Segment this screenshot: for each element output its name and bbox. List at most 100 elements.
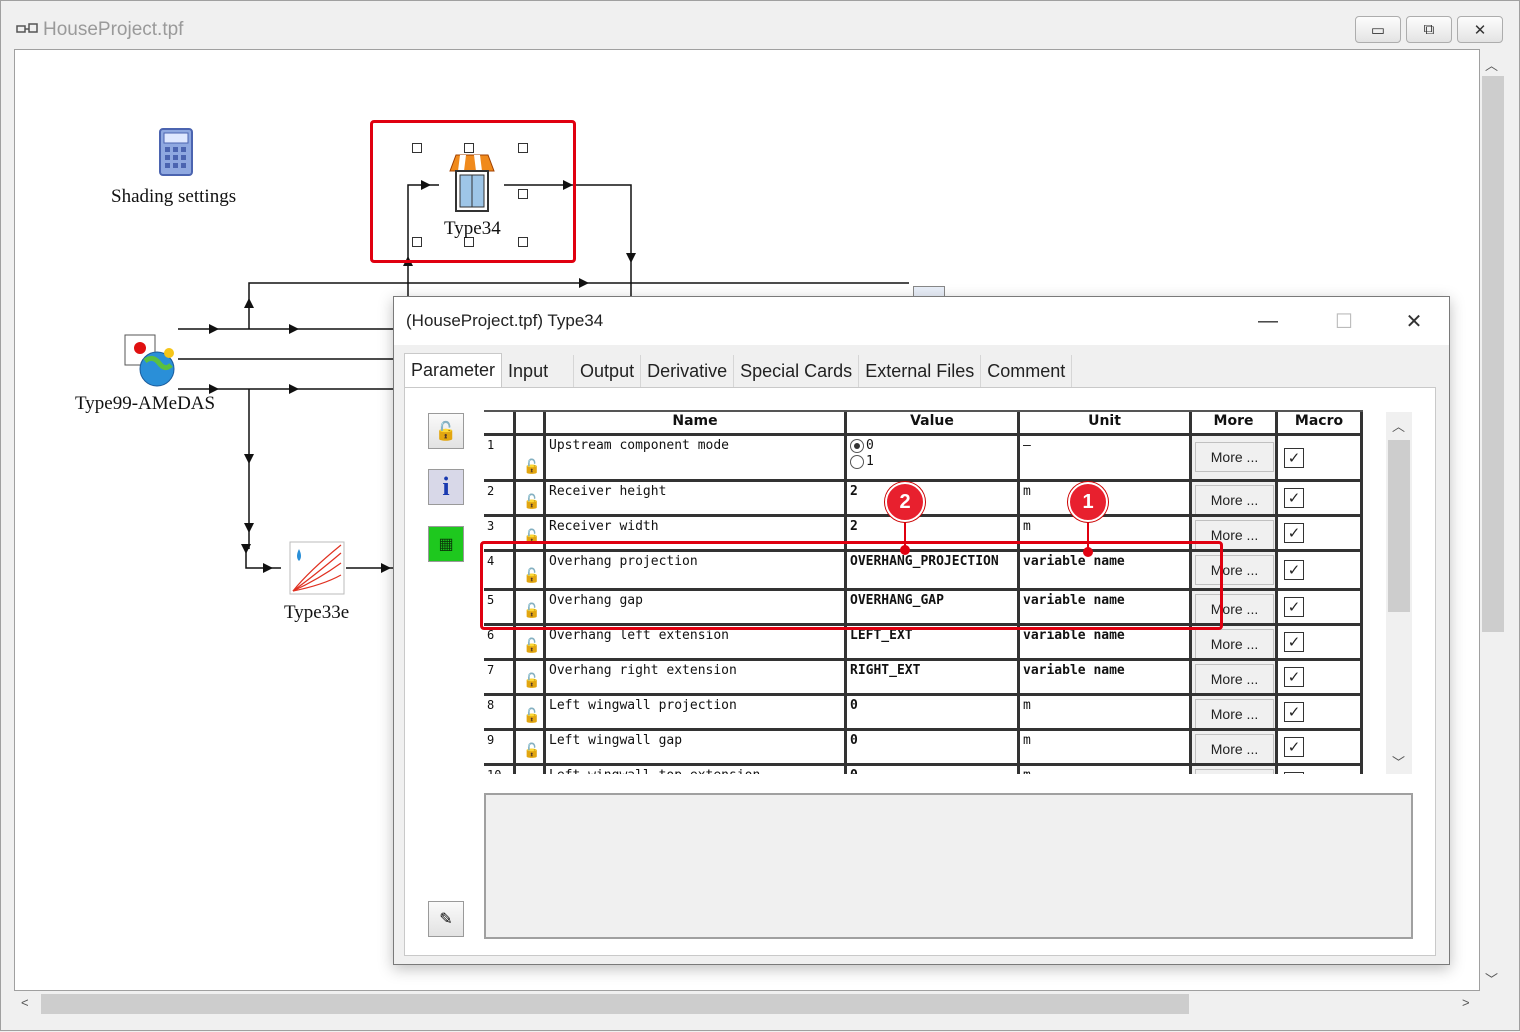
radio-option-1[interactable]: 1 [850, 454, 1014, 470]
row-lock-cell[interactable]: 🔓 [516, 626, 546, 658]
scroll-right-arrow-icon[interactable]: > [1462, 995, 1470, 1010]
radio-option-0[interactable]: 0 [850, 438, 1014, 454]
parameter-name: Overhang right extension [546, 661, 847, 693]
edit-description-button[interactable]: ✎ [428, 901, 464, 937]
selection-handle[interactable] [518, 143, 528, 153]
close-button[interactable]: ✕ [1457, 16, 1503, 43]
component-label-shading-settings[interactable]: Shading settings [111, 186, 236, 208]
tab-comment[interactable]: Comment [981, 355, 1073, 387]
header-value[interactable]: Value [847, 412, 1020, 433]
row-number: 6 [484, 626, 516, 658]
weather-data-icon[interactable] [119, 331, 177, 389]
dialog-minimize-button[interactable]: — [1245, 305, 1291, 337]
more-button[interactable]: More ... [1195, 734, 1274, 763]
tab-special-cards[interactable]: Special Cards [734, 355, 860, 387]
radio-unselected-icon[interactable] [850, 454, 864, 469]
table-row[interactable]: 8 🔓 Left wingwall projection 0 m More ..… [484, 696, 1363, 731]
macro-cell: ✓ [1278, 626, 1363, 658]
row-lock-cell[interactable]: 🔓 [516, 766, 546, 774]
parameter-name: Overhang left extension [546, 626, 847, 658]
macro-checkbox[interactable]: ✓ [1284, 667, 1304, 687]
tab-input[interactable]: Input [502, 355, 575, 387]
header-lock [516, 412, 546, 433]
description-area[interactable] [484, 793, 1413, 939]
info-button[interactable]: i [428, 469, 464, 505]
tab-parameter[interactable]: Parameter [404, 353, 503, 387]
restore-button[interactable]: ⧉ [1406, 16, 1452, 43]
selection-handle[interactable] [518, 189, 528, 199]
macro-cell: ✓ [1278, 661, 1363, 693]
component-label-type33e[interactable]: Type33e [284, 602, 349, 624]
table-scroll-down-icon[interactable]: ﹀ [1392, 752, 1405, 771]
selection-handle[interactable] [412, 237, 422, 247]
table-scroll-up-icon[interactable]: ︿ [1392, 416, 1405, 435]
scroll-up-arrow-icon[interactable]: ︿ [1485, 55, 1498, 74]
table-row[interactable]: 6 🔓 Overhang left extension LEFT_EXT var… [484, 626, 1363, 661]
macro-checkbox[interactable]: ✓ [1284, 737, 1304, 757]
macro-checkbox[interactable]: ✓ [1284, 772, 1304, 774]
row-lock-cell[interactable]: 🔓 [516, 731, 546, 763]
macro-cell: ✓ [1278, 517, 1363, 549]
header-more[interactable]: More [1192, 412, 1278, 433]
radio-selected-icon[interactable] [850, 438, 864, 453]
vertical-scroll-thumb[interactable] [1482, 76, 1504, 632]
more-button[interactable]: More ... [1195, 442, 1274, 472]
macro-checkbox[interactable]: ✓ [1284, 632, 1304, 652]
macro-checkbox[interactable]: ✓ [1284, 488, 1304, 508]
parameter-value[interactable]: 2 [847, 482, 1020, 514]
connection-map-button[interactable]: ▦ [428, 526, 464, 562]
selection-handle[interactable] [412, 143, 422, 153]
window-awning-icon[interactable] [448, 153, 496, 213]
tab-output[interactable]: Output [574, 355, 642, 387]
table-row[interactable]: 7 🔓 Overhang right extension RIGHT_EXT v… [484, 661, 1363, 696]
selection-handle[interactable] [518, 237, 528, 247]
table-row[interactable]: 10 🔓 Left wingwall top extension 0 m Mor… [484, 766, 1363, 774]
macro-checkbox[interactable]: ✓ [1284, 702, 1304, 722]
macro-checkbox[interactable]: ✓ [1284, 560, 1304, 580]
table-scroll-thumb[interactable] [1388, 440, 1410, 612]
component-label-type34[interactable]: Type34 [444, 218, 501, 240]
calculator-icon[interactable] [158, 127, 194, 177]
macro-checkbox[interactable]: ✓ [1284, 523, 1304, 543]
dialog-close-button[interactable]: ✕ [1391, 305, 1437, 337]
minimize-button[interactable]: ▭ [1355, 16, 1401, 43]
header-macro[interactable]: Macro [1278, 412, 1363, 433]
selection-handle[interactable] [464, 143, 474, 153]
row-lock-cell[interactable]: 🔓 [516, 482, 546, 514]
annotation-badge-1: 1 [1068, 482, 1108, 522]
scroll-left-arrow-icon[interactable]: < [21, 995, 29, 1010]
more-button[interactable]: More ... [1195, 769, 1274, 774]
row-lock-cell[interactable]: 🔓 [516, 661, 546, 693]
header-name[interactable]: Name [546, 412, 847, 433]
header-number [484, 412, 516, 433]
tab-derivative[interactable]: Derivative [641, 355, 735, 387]
more-button[interactable]: More ... [1195, 664, 1274, 693]
macro-cell: ✓ [1278, 766, 1363, 774]
row-lock-cell[interactable]: 🔓 [516, 436, 546, 479]
lock-toggle-button[interactable]: 🔓 [428, 413, 464, 449]
dialog-titlebar[interactable]: (HouseProject.tpf) Type34 — ☐ ✕ [394, 297, 1449, 345]
macro-checkbox[interactable]: ✓ [1284, 597, 1304, 617]
macro-cell: ✓ [1278, 731, 1363, 763]
table-row[interactable]: 1 🔓 Upstream component mode 0 1 – More .… [484, 436, 1363, 482]
parameter-value[interactable]: RIGHT_EXT [847, 661, 1020, 693]
macro-checkbox[interactable]: ✓ [1284, 447, 1304, 468]
horizontal-scroll-thumb[interactable] [41, 994, 1189, 1014]
parameter-value[interactable]: LEFT_EXT [847, 626, 1020, 658]
parameter-value-radio[interactable]: 0 1 [847, 436, 1020, 479]
parameter-value[interactable]: 0 [847, 766, 1020, 774]
component-label-type99-amedas[interactable]: Type99-AMeDAS [75, 393, 215, 415]
scroll-down-arrow-icon[interactable]: ﹀ [1485, 969, 1498, 988]
dialog-maximize-button[interactable]: ☐ [1321, 305, 1367, 337]
psychrometric-chart-icon[interactable] [289, 541, 345, 595]
parameter-value[interactable]: 0 [847, 731, 1020, 763]
row-lock-cell[interactable]: 🔓 [516, 696, 546, 728]
more-button[interactable]: More ... [1195, 629, 1274, 658]
parameter-value[interactable]: 0 [847, 696, 1020, 728]
tab-external-files[interactable]: External Files [859, 355, 982, 387]
annotation-highlight-rows [480, 541, 1223, 630]
header-unit[interactable]: Unit [1020, 412, 1192, 433]
more-button[interactable]: More ... [1195, 699, 1274, 728]
table-row[interactable]: 9 🔓 Left wingwall gap 0 m More ... ✓ [484, 731, 1363, 766]
more-button[interactable]: More ... [1195, 485, 1274, 514]
